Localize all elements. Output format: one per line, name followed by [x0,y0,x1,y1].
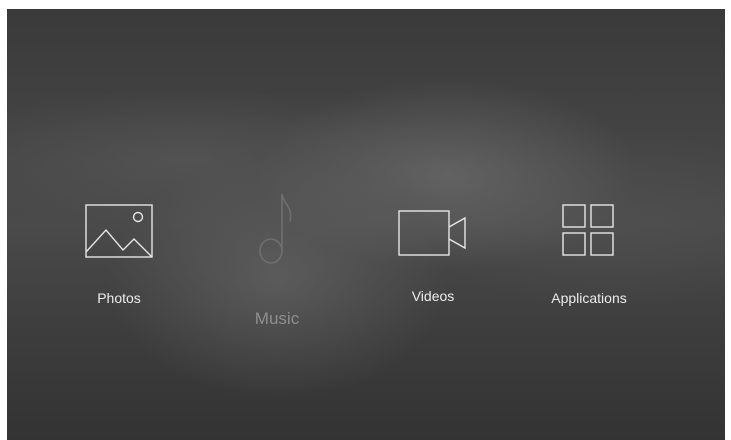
tile-label-music: Music [254,309,300,328]
tile-label-applications: Applications [551,290,627,306]
tile-music[interactable]: Music [237,191,317,329]
image-icon [85,204,153,258]
tile-applications[interactable]: Applications [529,204,649,306]
tile-label-videos: Videos [411,288,455,304]
tile-label-photos: Photos [97,290,141,306]
music-note-icon [259,193,292,264]
tile-videos[interactable]: Videos [393,210,473,304]
video-camera-icon [398,210,466,256]
app-grid-icon [562,204,614,256]
home-screen: Photos Music Videos Applications [7,9,725,440]
tile-photos[interactable]: Photos [79,204,159,306]
